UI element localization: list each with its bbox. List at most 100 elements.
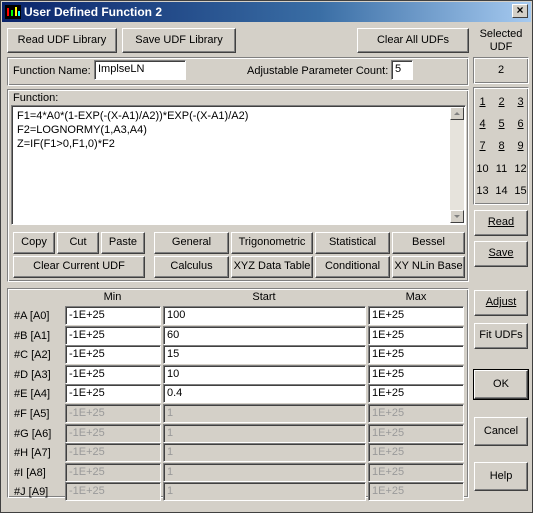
bessel-button[interactable]: Bessel [392, 232, 465, 254]
start-column-header: Start [252, 291, 276, 303]
function-line-1: F1=4*A0*(1-EXP(-(X-A1)/A2))*EXP(-(X-A1)/… [17, 110, 249, 122]
conditional-button[interactable]: Conditional [315, 256, 390, 278]
udf-number-6[interactable]: 6 [511, 114, 530, 134]
selected-label-line1: Selected [479, 28, 523, 40]
udf-number-15[interactable]: 15 [511, 181, 530, 201]
function-line-2: F2=LOGNORMY(1,A3,A4) [17, 124, 147, 136]
function-editor[interactable]: F1=4*A0*(1-EXP(-(X-A1)/A2))*EXP(-(X-A1)/… [11, 105, 466, 225]
udf-number-10[interactable]: 10 [473, 159, 492, 179]
param-min-input: -1E+25 [65, 463, 161, 482]
help-button[interactable]: Help [474, 462, 528, 491]
param-max-input: 1E+25 [368, 424, 464, 443]
paste-button[interactable]: Paste [101, 232, 145, 254]
udf-number-8[interactable]: 8 [492, 136, 511, 156]
function-scrollbar[interactable] [450, 107, 464, 223]
fit-udfs-label: Fit UDFs [479, 329, 523, 342]
xy-nlin-base-label: XY NLin Base [394, 260, 463, 273]
trigonometric-button[interactable]: Trigonometric [231, 232, 313, 254]
xy-nlin-base-button[interactable]: XY NLin Base [392, 256, 465, 278]
param-min-input[interactable]: -1E+25 [65, 384, 161, 403]
xyz-data-table-button[interactable]: XYZ Data Table [231, 256, 313, 278]
function-name-input[interactable]: ImplseLN [94, 60, 186, 80]
param-max-input[interactable]: 1E+25 [368, 306, 464, 325]
save-button[interactable]: Save [474, 241, 528, 267]
param-row-label: #I [A8] [14, 467, 46, 479]
param-min-input[interactable]: -1E+25 [65, 345, 161, 364]
clear-current-udf-button[interactable]: Clear Current UDF [13, 256, 145, 278]
param-row-label: #J [A9] [14, 486, 49, 498]
param-start-input: 1 [163, 463, 366, 482]
dialog-window: User Defined Function 2 × Read UDF Libra… [0, 0, 533, 513]
udf-number-7[interactable]: 7 [473, 136, 492, 156]
param-max-input: 1E+25 [368, 443, 464, 462]
function-label: Function: [13, 92, 59, 104]
udf-number-14[interactable]: 14 [492, 181, 511, 201]
udf-number-13[interactable]: 13 [473, 181, 492, 201]
app-icon [5, 5, 21, 19]
param-start-input: 1 [163, 482, 366, 501]
param-row-label: #F [A5] [14, 408, 50, 420]
param-max-input: 1E+25 [368, 404, 464, 423]
param-min-input: -1E+25 [65, 443, 161, 462]
scroll-up-icon[interactable] [450, 107, 464, 120]
param-max-input[interactable]: 1E+25 [368, 326, 464, 345]
param-start-input[interactable]: 0.4 [163, 384, 366, 403]
fit-udfs-button[interactable]: Fit UDFs [474, 323, 528, 349]
param-start-input[interactable]: 15 [163, 345, 366, 364]
read-udf-library-button[interactable]: Read UDF Library [7, 28, 117, 53]
xyz-data-table-label: XYZ Data Table [233, 260, 311, 273]
general-label: General [171, 236, 212, 249]
param-count-input[interactable]: 5 [391, 60, 413, 80]
adjust-label: Adjust [485, 296, 517, 309]
param-start-input[interactable]: 100 [163, 306, 366, 325]
statistical-button[interactable]: Statistical [315, 232, 390, 254]
param-count-label: Adjustable Parameter Count: [247, 65, 389, 77]
param-start-input[interactable]: 60 [163, 326, 366, 345]
save-label: Save [488, 247, 514, 260]
param-start-input[interactable]: 10 [163, 365, 366, 384]
udf-number-5[interactable]: 5 [492, 114, 511, 134]
param-max-input[interactable]: 1E+25 [368, 345, 464, 364]
cut-button[interactable]: Cut [57, 232, 99, 254]
udf-number-11[interactable]: 11 [492, 159, 511, 179]
udf-number-1[interactable]: 1 [473, 92, 492, 112]
calculus-label: Calculus [170, 260, 213, 273]
window-title: User Defined Function 2 [24, 5, 163, 19]
save-udf-library-button[interactable]: Save UDF Library [122, 28, 236, 53]
param-min-input[interactable]: -1E+25 [65, 306, 161, 325]
selected-label-line2: UDF [489, 41, 513, 53]
param-start-input: 1 [163, 443, 366, 462]
ok-button[interactable]: OK [473, 369, 529, 400]
udf-number-3[interactable]: 3 [511, 92, 530, 112]
param-min-input[interactable]: -1E+25 [65, 326, 161, 345]
min-column-header: Min [103, 291, 122, 303]
statistical-label: Statistical [328, 236, 377, 249]
bessel-label: Bessel [411, 236, 446, 249]
udf-number-9[interactable]: 9 [511, 136, 530, 156]
param-max-input: 1E+25 [368, 463, 464, 482]
clear-all-udfs-button[interactable]: Clear All UDFs [357, 28, 469, 53]
read-label: Read [487, 216, 515, 229]
param-max-input[interactable]: 1E+25 [368, 365, 464, 384]
general-button[interactable]: General [154, 232, 229, 254]
calculus-button[interactable]: Calculus [154, 256, 229, 278]
udf-number-12[interactable]: 12 [511, 159, 530, 179]
udf-number-2[interactable]: 2 [492, 92, 511, 112]
title-bar[interactable]: User Defined Function 2 × [2, 2, 531, 22]
adjust-button[interactable]: Adjust [474, 290, 528, 316]
cancel-button[interactable]: Cancel [474, 417, 528, 446]
cut-label: Cut [69, 236, 87, 249]
udf-number-4[interactable]: 4 [473, 114, 492, 134]
param-min-input[interactable]: -1E+25 [65, 365, 161, 384]
help-label: Help [489, 469, 513, 482]
param-row-label: #G [A6] [14, 428, 52, 440]
close-icon[interactable]: × [512, 4, 528, 18]
param-row-label: #E [A4] [14, 388, 51, 400]
copy-button[interactable]: Copy [13, 232, 55, 254]
scroll-down-icon[interactable] [450, 210, 464, 223]
param-start-input: 1 [163, 404, 366, 423]
function-name-label: Function Name: [13, 65, 91, 77]
param-max-input[interactable]: 1E+25 [368, 384, 464, 403]
read-button[interactable]: Read [474, 210, 528, 236]
param-row-label: #H [A7] [14, 447, 51, 459]
